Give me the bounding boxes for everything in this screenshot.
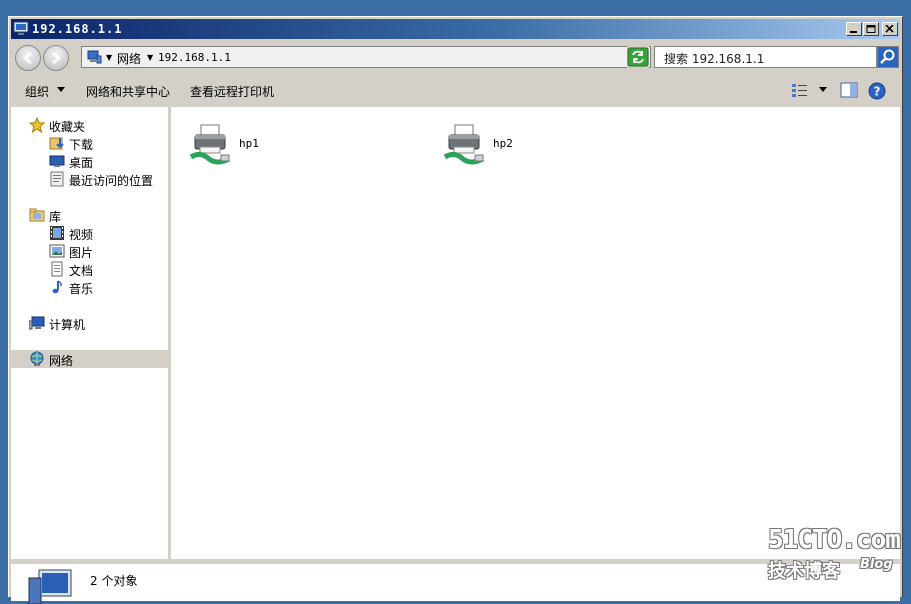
content-area: hp1 hp2 (171, 107, 900, 559)
search-placeholder: 搜索 192.168.1.1 (664, 52, 765, 66)
search-input[interactable]: 搜索 192.168.1.1 (654, 46, 877, 68)
organize-dropdown-icon[interactable] (57, 87, 65, 92)
nav-item-label: 桌面 (69, 156, 94, 170)
refresh-icon (627, 47, 649, 67)
close-button[interactable] (882, 22, 898, 36)
watermark-site: 51CTO.com (768, 525, 901, 555)
nav-item-label: 图片 (69, 246, 94, 260)
title-bar[interactable]: 192.168.1.1 (11, 19, 900, 39)
network-icon (30, 351, 44, 366)
nav-item-downloads[interactable]: 下载 (49, 134, 164, 152)
download-folder-icon (49, 137, 64, 150)
recent-places-icon (50, 171, 64, 187)
nav-libraries-label: 库 (49, 210, 62, 224)
list-item[interactable]: hp1 (187, 121, 387, 171)
nav-computer[interactable]: 计算机 (29, 314, 164, 332)
breadcrumb-separator-icon[interactable]: ▼ (106, 53, 112, 62)
nav-network-label: 网络 (49, 354, 74, 368)
view-dropdown-icon[interactable] (819, 87, 827, 92)
item-count-text: 2 个对象 (90, 574, 138, 588)
watermark-blog-cn: 技术博客 (768, 561, 840, 582)
network-printer-icon (189, 124, 231, 165)
nav-computer-label: 计算机 (49, 318, 86, 332)
computer-icon (13, 21, 29, 35)
watermark: 51CTO.com 技术博客 Blog (768, 525, 901, 585)
svg-text:?: ? (874, 85, 881, 99)
explorer-window: 192.168.1.1 ▼ 网络 ▼ 192.168.1.1 搜索 192.16… (8, 16, 903, 604)
library-folder-icon (29, 208, 45, 222)
maximize-button[interactable] (863, 22, 879, 36)
help-icon[interactable]: ? (868, 82, 886, 100)
minimize-icon (850, 31, 857, 33)
network-location-icon (87, 50, 102, 64)
nav-network[interactable]: 网络 (11, 350, 168, 368)
nav-item-label: 文档 (69, 264, 94, 278)
history-buttons (15, 45, 71, 71)
close-icon (885, 25, 894, 33)
forward-button[interactable] (43, 45, 69, 71)
breadcrumb-ip[interactable]: 192.168.1.1 (158, 51, 231, 64)
nav-item-label: 视频 (69, 228, 94, 242)
watermark-blog-en: Blog (860, 557, 893, 572)
nav-item-music[interactable]: 音乐 (49, 278, 164, 296)
nav-item-label: 下载 (69, 138, 94, 152)
refresh-button[interactable] (627, 46, 649, 68)
back-arrow-icon (23, 52, 32, 64)
back-button[interactable] (15, 45, 41, 71)
network-printer-icon (443, 124, 485, 165)
network-sharing-center-button[interactable]: 网络和共享中心 (86, 83, 170, 100)
search-icon (878, 47, 898, 67)
item-label: hp2 (493, 137, 513, 150)
computer-icon (29, 316, 45, 330)
documents-icon (51, 261, 63, 277)
nav-item-label: 最近访问的位置 (69, 174, 154, 188)
organize-button[interactable]: 组织 (25, 83, 49, 100)
nav-item-pictures[interactable]: 图片 (49, 242, 164, 260)
window-title: 192.168.1.1 (32, 22, 123, 36)
nav-item-desktop[interactable]: 桌面 (49, 152, 164, 170)
navigation-bar: ▼ 网络 ▼ 192.168.1.1 搜索 192.168.1.1 (11, 43, 900, 73)
maximize-icon (866, 25, 876, 33)
video-icon (50, 226, 64, 240)
navigation-pane: 收藏夹 下载 桌面 最近访问的位置 库 视频 图片 文档 音乐 计算机 网络 (11, 107, 168, 559)
view-options-icon[interactable] (791, 82, 809, 98)
search-button[interactable] (877, 46, 899, 68)
preview-pane-icon[interactable] (840, 82, 858, 98)
nav-item-documents[interactable]: 文档 (49, 260, 164, 278)
item-label: hp1 (239, 137, 259, 150)
nav-item-label: 音乐 (69, 282, 94, 296)
details-pane: 2 个对象 (11, 561, 900, 604)
view-remote-printers-button[interactable]: 查看远程打印机 (190, 83, 274, 100)
desktop-icon (49, 155, 65, 167)
breadcrumb-network[interactable]: 网络 (117, 50, 141, 67)
nav-item-recent-places[interactable]: 最近访问的位置 (49, 170, 164, 188)
pictures-icon (49, 244, 65, 258)
star-icon (29, 117, 45, 133)
nav-favorites-label: 收藏夹 (49, 120, 86, 134)
music-icon (52, 280, 62, 294)
list-item[interactable]: hp2 (441, 121, 641, 171)
nav-favorites[interactable]: 收藏夹 (29, 116, 164, 134)
network-computer-icon (28, 569, 72, 604)
address-bar[interactable]: ▼ 网络 ▼ 192.168.1.1 (81, 46, 651, 68)
minimize-button[interactable] (846, 22, 862, 36)
command-toolbar: 组织 网络和共享中心 查看远程打印机 ? (11, 77, 900, 105)
forward-arrow-icon (52, 52, 61, 64)
nav-item-videos[interactable]: 视频 (49, 224, 164, 242)
nav-libraries[interactable]: 库 (29, 206, 164, 224)
breadcrumb-separator-icon[interactable]: ▼ (147, 53, 153, 62)
